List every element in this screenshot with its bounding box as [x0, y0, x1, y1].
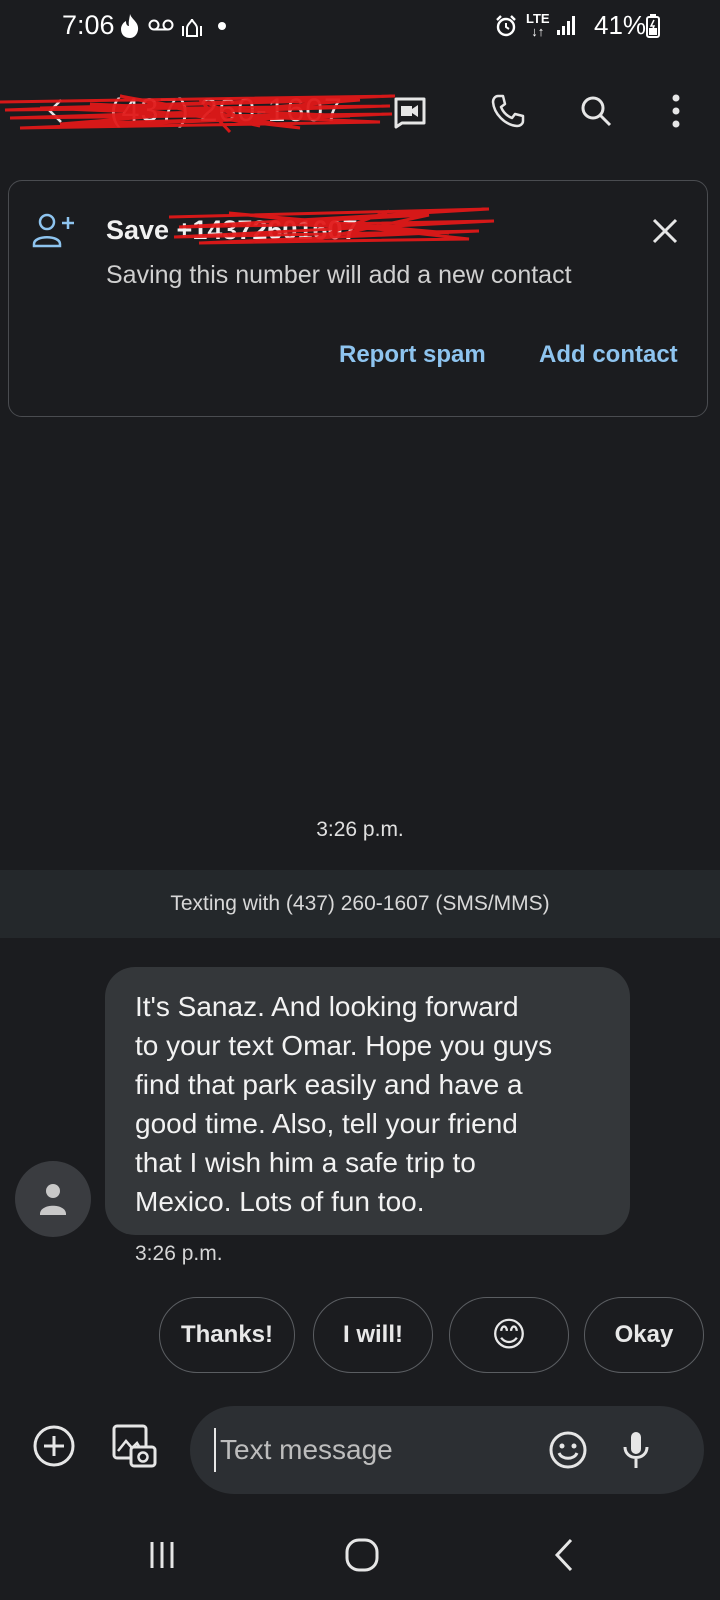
save-contact-card: Save +14372601607 Saving this number wil…	[8, 180, 708, 417]
phone-icon	[491, 94, 525, 128]
recent-apps-icon	[150, 1542, 174, 1568]
time-divider: 3:26 p.m.	[316, 818, 404, 841]
back-nav-icon	[554, 1538, 573, 1572]
home-button[interactable]	[322, 1525, 402, 1585]
gallery-camera-button[interactable]	[106, 1418, 162, 1474]
dot-icon	[218, 22, 226, 30]
battery-percent: 41%	[594, 10, 647, 40]
message-line: find that park easily and have a	[135, 1069, 523, 1100]
texting-banner-text: Texting with (437) 260-1607 (SMS/MMS)	[170, 892, 550, 915]
save-number-subtitle: Saving this number will add a new contac…	[106, 261, 572, 289]
attach-button[interactable]	[26, 1418, 82, 1474]
message-line: It's Sanaz. And looking forward	[135, 991, 519, 1022]
call-button[interactable]	[480, 83, 536, 139]
close-icon	[652, 218, 678, 244]
save-number-title: Save +14372601607	[106, 215, 358, 245]
smart-reply-thanks[interactable]: Thanks!	[159, 1297, 295, 1373]
lte-icon: LTE ↓↑	[526, 11, 550, 39]
add-person-icon	[32, 213, 74, 248]
emoji-button[interactable]	[540, 1422, 596, 1478]
message-line: to your text Omar. Hope you guys	[135, 1030, 553, 1061]
add-circle-icon	[33, 1425, 75, 1467]
voice-input-button[interactable]	[608, 1422, 664, 1478]
emoji-icon	[549, 1431, 587, 1469]
search-icon	[581, 96, 612, 127]
smart-reply-emoji[interactable]: 😊	[449, 1297, 569, 1373]
smart-reply-label: Okay	[614, 1321, 674, 1348]
message-input[interactable]	[214, 1428, 522, 1472]
tinder-flame-icon	[121, 14, 139, 38]
contact-title[interactable]: (437) 260-1607	[110, 92, 343, 129]
signal-icon	[557, 16, 575, 35]
video-call-button[interactable]	[382, 83, 438, 139]
status-time: 7:06	[62, 10, 115, 40]
more-options-button[interactable]	[648, 83, 704, 139]
report-spam-button[interactable]: Report spam	[339, 341, 486, 369]
alarm-icon	[496, 15, 516, 37]
smart-reply-label: I will!	[343, 1321, 403, 1348]
message-line: Mexico. Lots of fun too.	[135, 1186, 425, 1217]
composer	[190, 1406, 704, 1494]
message-line: good time. Also, tell your friend	[135, 1108, 518, 1139]
search-button[interactable]	[568, 83, 624, 139]
system-back-button[interactable]	[524, 1525, 604, 1585]
dismiss-card-button[interactable]	[643, 209, 687, 253]
smart-reply-okay[interactable]: Okay	[584, 1297, 704, 1373]
message-bubble[interactable]: It's Sanaz. And looking forward to your …	[105, 967, 630, 1235]
texting-banner: Texting with (437) 260-1607 (SMS/MMS)	[0, 870, 720, 938]
person-icon	[40, 1184, 66, 1215]
add-contact-button[interactable]: Add contact	[539, 341, 678, 369]
voicemail-icon	[148, 19, 174, 31]
home-icon	[345, 1538, 379, 1572]
mosque-icon	[182, 18, 202, 37]
back-button[interactable]	[28, 83, 84, 139]
message-line: that I wish him a safe trip to	[135, 1147, 476, 1178]
smiling-emoji-icon: 😊	[491, 1316, 527, 1354]
gallery-camera-icon	[112, 1424, 157, 1468]
recent-apps-button[interactable]	[122, 1525, 202, 1585]
more-vert-icon	[672, 94, 680, 128]
message-timestamp: 3:26 p.m.	[135, 1242, 223, 1265]
mic-icon	[623, 1432, 649, 1468]
avatar[interactable]	[15, 1161, 91, 1237]
video-call-icon	[394, 97, 426, 129]
back-arrow-icon	[48, 99, 62, 123]
smart-reply-label: Thanks!	[180, 1321, 273, 1348]
battery-icon	[646, 14, 660, 38]
smart-reply-i-will[interactable]: I will!	[313, 1297, 433, 1373]
